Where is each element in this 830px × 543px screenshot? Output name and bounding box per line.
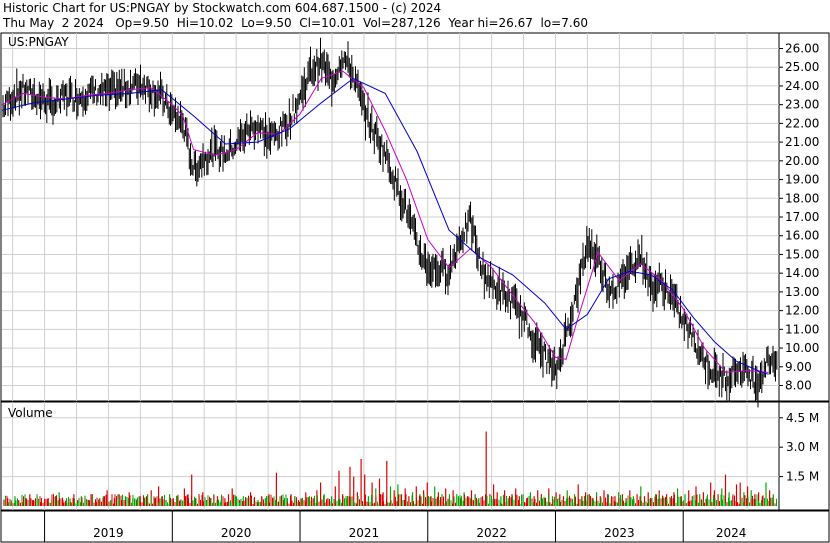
y-tick-label: 21.00 bbox=[785, 135, 819, 149]
x-tick-label: 2023 bbox=[604, 526, 635, 540]
y-tick-label: 11.00 bbox=[785, 322, 819, 336]
y-tick-label: 19.00 bbox=[785, 173, 819, 187]
y-tick-label: 18.00 bbox=[785, 191, 819, 205]
y-tick-label: 15.00 bbox=[785, 247, 819, 261]
volume-panel-title: Volume bbox=[8, 406, 53, 420]
y-tick-label: 10.00 bbox=[785, 341, 819, 355]
y-tick-label: 13.00 bbox=[785, 285, 819, 299]
y-tick-label: 14.00 bbox=[785, 266, 819, 280]
volume-tick-label: 3.0 M bbox=[786, 440, 819, 454]
y-tick-label: 20.00 bbox=[785, 154, 819, 168]
y-tick-label: 17.00 bbox=[785, 210, 819, 224]
y-tick-label: 12.00 bbox=[785, 304, 819, 318]
x-tick-label: 2024 bbox=[716, 526, 747, 540]
x-tick-label: 2020 bbox=[221, 526, 252, 540]
volume-tick-label: 4.5 M bbox=[786, 411, 819, 425]
y-tick-label: 26.00 bbox=[785, 41, 819, 55]
stock-chart: 26.00 25.00 24.00 23.00 22.00 21.00 20.00 19.00… bbox=[0, 32, 830, 543]
y-tick-label: 8.00 bbox=[785, 379, 812, 393]
y-tick-label: 25.00 bbox=[785, 60, 819, 74]
price-panel-title: US:PNGAY bbox=[8, 35, 69, 49]
y-tick-label: 24.00 bbox=[785, 79, 819, 93]
y-tick-label: 9.00 bbox=[785, 360, 812, 374]
x-tick-label: 2019 bbox=[93, 526, 124, 540]
x-tick-label: 2021 bbox=[349, 526, 380, 540]
y-tick-label: 23.00 bbox=[785, 98, 819, 112]
x-axis-frame bbox=[0, 510, 830, 543]
x-tick-label: 2022 bbox=[476, 526, 507, 540]
y-tick-label: 22.00 bbox=[785, 116, 819, 130]
volume-tick-label: 1.5 M bbox=[786, 470, 819, 484]
y-tick-label: 16.00 bbox=[785, 229, 819, 243]
